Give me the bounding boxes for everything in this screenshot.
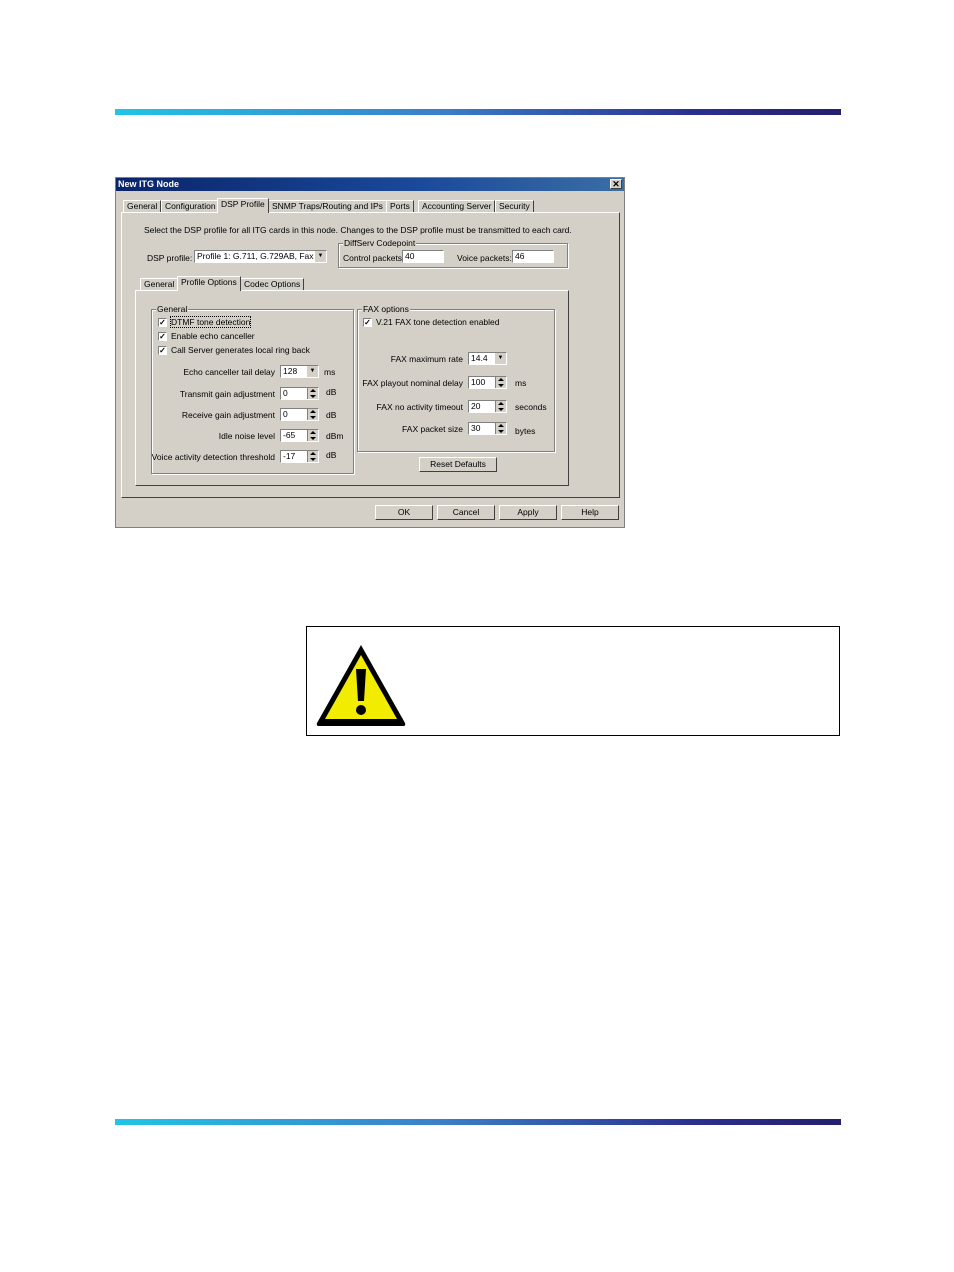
receive-gain-stepper[interactable]: 0 [280,408,319,421]
help-button[interactable]: Help [561,505,619,520]
echo-canceller-label: Enable echo canceller [171,331,255,341]
instruction-text: Select the DSP profile for all ITG cards… [144,225,572,235]
tab-dsp-profile[interactable]: DSP Profile [217,198,269,213]
general-group-title: General [156,304,189,314]
v21-fax-checkbox[interactable]: ✓ [363,318,372,327]
dialog-titlebar: New ITG Node ✕ [116,178,624,191]
chevron-down-icon[interactable]: ▼ [314,251,326,262]
voice-packets-label: Voice packets: [457,253,512,263]
idle-noise-unit: dBm [326,431,344,441]
vad-threshold-unit: dB [326,450,337,460]
chevron-down-icon[interactable]: ▼ [494,353,506,364]
transmit-gain-value: 0 [283,388,288,398]
diffserv-group: DiffServ Codepoint Control packets: 40 V… [338,238,568,268]
new-itg-node-dialog: New ITG Node ✕ General Configuration DSP… [115,177,625,528]
control-packets-field[interactable]: 40 [402,250,444,263]
dsp-profile-select[interactable]: Profile 1: G.711, G.729AB, Fax ▼ [194,250,327,263]
warning-icon [316,645,406,726]
transmit-gain-stepper[interactable]: 0 [280,387,319,400]
caution-box [306,626,840,736]
spin-arrows-icon[interactable] [495,423,506,434]
fax-packet-size-stepper[interactable]: 30 [468,422,507,435]
footer-rule [115,1119,841,1125]
ring-back-label: Call Server generates local ring back [171,345,310,355]
spin-arrows-icon[interactable] [307,409,318,420]
spin-arrows-icon[interactable] [495,401,506,412]
dsp-profile-value: Profile 1: G.711, G.729AB, Fax [197,251,314,261]
profile-options-panel: General ✓ DTMF tone detection ✓ Enable e… [135,290,569,486]
fax-max-rate-select[interactable]: 14.4 ▼ [468,352,507,365]
cancel-button[interactable]: Cancel [437,505,495,520]
spin-arrows-icon[interactable] [307,388,318,399]
fax-playout-label: FAX playout nominal delay [362,378,463,388]
fax-timeout-value: 20 [471,401,481,411]
fax-playout-unit: ms [515,378,527,388]
ok-button[interactable]: OK [375,505,433,520]
v21-fax-label: V.21 FAX tone detection enabled [376,317,500,327]
receive-gain-label: Receive gain adjustment [181,410,275,420]
header-rule [115,109,841,115]
transmit-gain-label: Transmit gain adjustment [179,389,275,399]
idle-noise-label: Idle noise level [218,431,275,441]
fax-playout-stepper[interactable]: 100 [468,376,507,389]
receive-gain-unit: dB [326,410,337,420]
spin-arrows-icon[interactable] [307,430,318,441]
fax-options-group: FAX options ✓ V.21 FAX tone detection en… [357,304,555,452]
idle-noise-stepper[interactable]: -65 [280,429,319,442]
fax-max-rate-value: 14.4 [471,353,488,363]
voice-packets-field[interactable]: 46 [512,250,554,263]
fax-timeout-stepper[interactable]: 20 [468,400,507,413]
dtmf-checkbox[interactable]: ✓ [158,318,167,327]
spin-arrows-icon[interactable] [307,451,318,462]
spin-arrows-icon[interactable] [495,377,506,388]
ring-back-checkbox[interactable]: ✓ [158,346,167,355]
idle-noise-value: -65 [283,430,296,440]
fax-playout-value: 100 [471,377,486,387]
fax-packet-size-unit: bytes [515,426,536,436]
dtmf-label: DTMF tone detection [169,316,252,328]
fax-group-title: FAX options [362,304,410,314]
fax-timeout-label: FAX no activity timeout [376,402,463,412]
dialog-title: New ITG Node [118,179,180,189]
fax-packet-size-label: FAX packet size [402,424,463,434]
dsp-profile-label: DSP profile: [147,253,193,263]
transmit-gain-unit: dB [326,387,337,397]
echo-tail-delay-value: 128 [283,366,298,376]
vad-threshold-label: Voice activity detection threshold [151,452,275,462]
subtab-profile-options[interactable]: Profile Options [177,276,241,291]
fax-timeout-unit: seconds [515,402,547,412]
chevron-down-icon[interactable]: ▼ [306,366,318,377]
reset-defaults-button[interactable]: Reset Defaults [419,457,497,472]
control-packets-label: Control packets: [343,253,405,263]
echo-canceller-checkbox[interactable]: ✓ [158,332,167,341]
general-group: General ✓ DTMF tone detection ✓ Enable e… [151,304,354,474]
echo-tail-delay-label: Echo canceller tail delay [183,367,275,377]
vad-threshold-stepper[interactable]: -17 [280,450,319,463]
receive-gain-value: 0 [283,409,288,419]
vad-threshold-value: -17 [283,451,296,461]
fax-max-rate-label: FAX maximum rate [390,354,463,364]
dsp-profile-panel: Select the DSP profile for all ITG cards… [121,212,620,498]
diffserv-title: DiffServ Codepoint [343,238,417,248]
echo-tail-delay-unit: ms [324,367,336,377]
echo-tail-delay-select[interactable]: 128 ▼ [280,365,319,378]
close-icon[interactable]: ✕ [610,179,622,189]
fax-packet-size-value: 30 [471,423,481,433]
apply-button[interactable]: Apply [499,505,557,520]
